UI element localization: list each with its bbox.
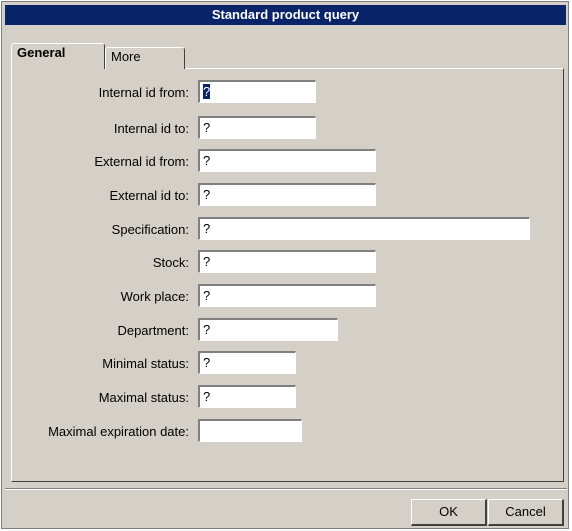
dialog-window: Standard product query General More Inte… (1, 1, 569, 529)
department-value: ? (203, 322, 211, 337)
tab-general-label: General (17, 45, 66, 60)
maximal-expiration-date-label: Maximal expiration date: (48, 424, 189, 439)
department-field[interactable]: ? (198, 318, 338, 341)
external-id-from-field[interactable]: ? (198, 149, 376, 172)
cancel-button[interactable]: Cancel (488, 499, 564, 526)
work-place-label: Work place: (120, 289, 189, 304)
tab-more-label: More (111, 49, 141, 64)
external-id-to-field[interactable]: ? (198, 183, 376, 206)
specification-value: ? (203, 221, 211, 236)
maximal-expiration-date-field[interactable] (198, 419, 302, 442)
external-id-from-label: External id from: (94, 154, 189, 169)
internal-id-from-value: ? (203, 84, 211, 99)
stock-label: Stock: (152, 255, 189, 270)
external-id-to-label: External id to: (109, 188, 190, 203)
ok-button[interactable]: OK (411, 499, 487, 526)
internal-id-to-value: ? (203, 120, 211, 135)
internal-id-to-label: Internal id to: (113, 121, 189, 136)
maximal-status-value: ? (203, 389, 211, 404)
internal-id-from-field[interactable]: ? (198, 80, 316, 103)
internal-id-to-field[interactable]: ? (198, 116, 316, 139)
minimal-status-value: ? (203, 355, 211, 370)
internal-id-from-label: Internal id from: (98, 85, 189, 100)
window-title: Standard product query (5, 5, 566, 25)
minimal-status-label: Minimal status: (102, 356, 189, 371)
maximal-status-label: Maximal status: (98, 390, 189, 405)
stock-value: ? (203, 254, 211, 269)
minimal-status-field[interactable]: ? (198, 351, 296, 374)
tab-more[interactable]: More (105, 47, 185, 69)
work-place-value: ? (203, 288, 211, 303)
tab-joint (12, 68, 104, 70)
department-label: Department: (117, 323, 189, 338)
specification-field[interactable]: ? (198, 217, 530, 240)
stock-field[interactable]: ? (198, 250, 376, 273)
specification-label: Specification: (111, 222, 189, 237)
external-id-from-value: ? (203, 153, 211, 168)
external-id-to-value: ? (203, 187, 211, 202)
work-place-field[interactable]: ? (198, 284, 376, 307)
tab-general[interactable]: General (11, 43, 105, 69)
button-separator (5, 488, 567, 490)
maximal-status-field[interactable]: ? (198, 385, 296, 408)
